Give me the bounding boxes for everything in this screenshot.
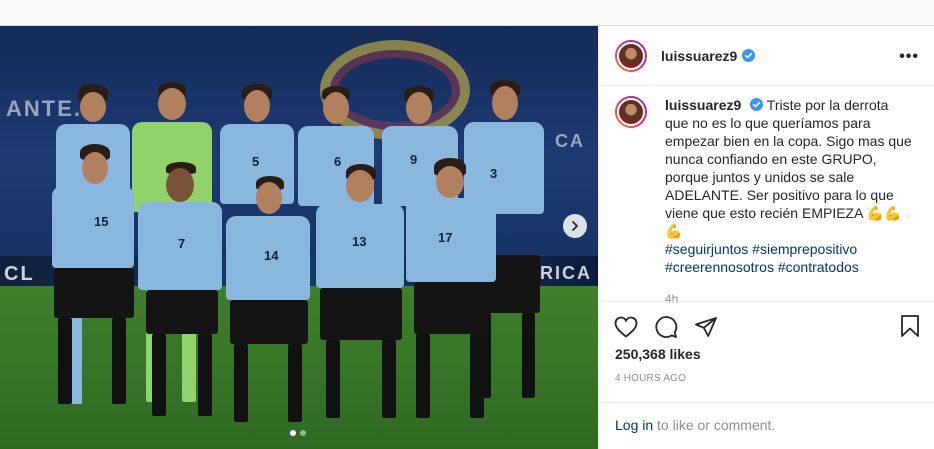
avatar[interactable] (615, 39, 647, 72)
header-username[interactable]: luissuarez9 (661, 48, 737, 64)
likes-count[interactable]: 250,368 likes (615, 346, 701, 362)
login-prompt-text: to like or comment. (653, 417, 776, 433)
caption-text: luissuarez9 Triste por la derrota que no… (665, 96, 915, 308)
comment-bubble-icon[interactable] (653, 314, 679, 340)
caption-username[interactable]: luissuarez9 (665, 97, 741, 113)
player-front: 14 (222, 176, 312, 426)
post-modal: ANTE. CA CL RICA 2 5 (0, 25, 934, 449)
next-photo-button[interactable] (563, 214, 587, 238)
action-icons (613, 312, 921, 342)
login-link[interactable]: Log in (615, 417, 653, 433)
player-front: 7 (136, 144, 224, 424)
carousel-dot (300, 430, 306, 436)
paper-plane-icon[interactable] (693, 314, 719, 340)
player-front: 17 (404, 154, 498, 426)
player-front: 15 (48, 144, 136, 424)
heart-icon[interactable] (613, 314, 639, 340)
hashtag-link[interactable]: #seguirjuntos (665, 241, 748, 257)
chevron-right-icon (572, 221, 578, 231)
avatar-image (617, 41, 645, 70)
verified-badge-icon (750, 98, 764, 111)
post-photo[interactable]: ANTE. CA CL RICA 2 5 (0, 26, 598, 449)
carousel-indicator (290, 430, 306, 436)
more-options-button[interactable]: ••• (899, 48, 919, 66)
post-sidebar: luissuarez9 ••• luissuarez9 Triste por l… (598, 26, 934, 449)
verified-badge-icon (742, 49, 756, 62)
post-timestamp[interactable]: 4 HOURS AGO (615, 373, 686, 384)
post-header: luissuarez9 ••• (599, 26, 934, 86)
bookmark-icon[interactable] (899, 314, 921, 343)
player-front: 13 (312, 154, 406, 426)
hashtag-link[interactable]: #creerennosotros (665, 259, 774, 275)
login-prompt: Log in to like or comment. (599, 402, 934, 449)
carousel-dot-active (290, 430, 296, 436)
caption-area: luissuarez9 Triste por la derrota que no… (599, 86, 934, 326)
board-text-left: CL (4, 263, 35, 285)
stand-text-ca: CA (555, 131, 585, 151)
caption-message: Triste por la derrota que no es lo que q… (665, 97, 912, 221)
caption-avatar[interactable] (615, 96, 647, 128)
hashtag-link[interactable]: #siemprepositivo (752, 241, 857, 257)
caption-row: luissuarez9 Triste por la derrota que no… (615, 96, 919, 308)
hashtag-link[interactable]: #contratodos (778, 259, 859, 275)
